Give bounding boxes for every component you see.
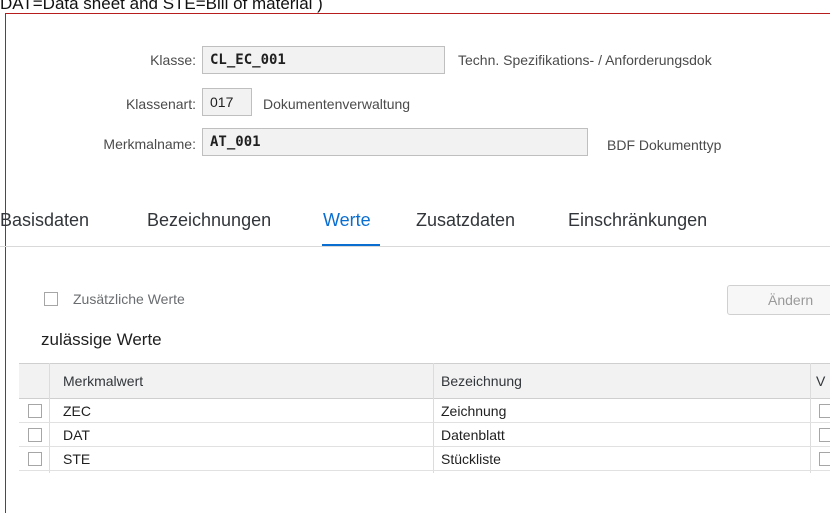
merkmalwert-cell: DAT xyxy=(63,427,90,443)
bezeichnung-cell: Datenblatt xyxy=(441,427,505,443)
merkmalname-field[interactable]: AT_001 xyxy=(202,128,588,156)
bezeichnung-cell: Zeichnung xyxy=(441,403,507,419)
caption-text: DAT=Data sheet and STE=Bill of material … xyxy=(0,0,323,13)
row-select-checkbox[interactable] xyxy=(28,428,42,442)
merkmalname-description: BDF Dokumenttyp xyxy=(607,137,722,153)
row-select-checkbox[interactable] xyxy=(28,404,42,418)
column-header-bezeichnung[interactable]: Bezeichnung xyxy=(441,373,522,389)
row-v-checkbox[interactable] xyxy=(819,404,830,418)
tab-bezeichnungen[interactable]: Bezeichnungen xyxy=(147,210,271,231)
aendern-button[interactable]: Ändern xyxy=(727,285,830,315)
merkmalwert-cell: ZEC xyxy=(63,403,91,419)
klasse-label: Klasse: xyxy=(150,52,196,68)
tab-werte[interactable]: Werte xyxy=(323,210,371,231)
tab-zusatzdaten[interactable]: Zusatzdaten xyxy=(416,210,515,231)
row-select-checkbox[interactable] xyxy=(28,452,42,466)
klassenart-field[interactable]: 017 xyxy=(202,88,252,116)
klasse-field[interactable]: CL_EC_001 xyxy=(202,46,445,74)
tab-basisdaten[interactable]: Basisdaten xyxy=(0,210,89,231)
column-header-v[interactable]: V xyxy=(816,373,825,389)
klassenart-label: Klassenart: xyxy=(125,96,196,112)
zusaetzliche-werte-checkbox[interactable] xyxy=(44,292,58,306)
merkmalwert-cell: STE xyxy=(63,451,91,467)
table-row[interactable]: ZEC Zeichnung xyxy=(19,399,830,423)
klasse-description: Techn. Spezifikations- / Anforderungsdok xyxy=(458,52,712,68)
klassenart-description: Dokumentenverwaltung xyxy=(263,96,411,112)
merkmalname-label: Merkmalname: xyxy=(103,136,196,152)
section-title: zulässige Werte xyxy=(41,330,162,349)
table-header: Merkmalwert Bezeichnung V xyxy=(19,363,830,399)
tab-einschraenkungen[interactable]: Einschränkungen xyxy=(568,210,707,231)
bezeichnung-cell: Stückliste xyxy=(441,451,501,467)
table-row[interactable]: DAT Datenblatt xyxy=(19,423,830,447)
row-v-checkbox[interactable] xyxy=(819,452,830,466)
tab-bar: Basisdaten Bezeichnungen Werte Zusatzdat… xyxy=(0,210,830,248)
zusaetzliche-werte-label: Zusätzliche Werte xyxy=(73,291,185,307)
column-header-merkmalwert[interactable]: Merkmalwert xyxy=(63,373,143,389)
row-v-checkbox[interactable] xyxy=(819,428,830,442)
table-row[interactable]: STE Stückliste xyxy=(19,447,830,471)
tab-bar-divider xyxy=(0,246,830,247)
